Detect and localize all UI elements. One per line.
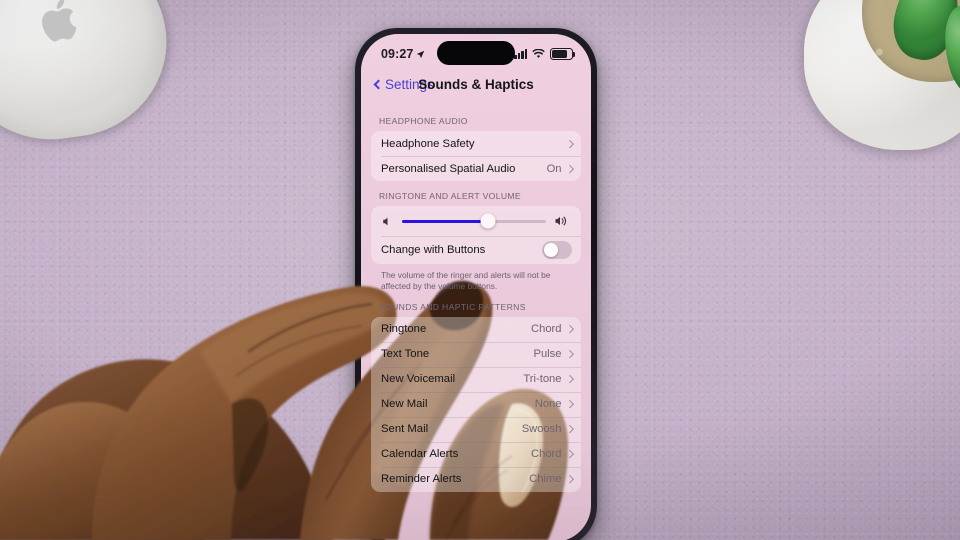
row-value: Chord <box>531 448 562 461</box>
speaker-low-icon <box>382 216 393 227</box>
row-label: Text Tone <box>381 348 430 361</box>
desk-scene: 09:27 Settings Sounds & Haptics HEADPHON… <box>0 0 960 540</box>
ringtone-volume-slider-row[interactable] <box>371 206 581 236</box>
settings-content: HEADPHONE AUDIO Headphone Safety Persona… <box>361 100 591 492</box>
status-time-group: 09:27 <box>381 47 425 61</box>
section-ringtone-volume: Change with Buttons <box>371 206 581 264</box>
ringtone-volume-footnote: The volume of the ringer and alerts will… <box>381 269 551 291</box>
chevron-right-icon <box>565 475 574 484</box>
row-change-with-buttons[interactable]: Change with Buttons <box>371 236 581 264</box>
nav-bar: Settings Sounds & Haptics <box>361 68 591 100</box>
chevron-right-icon <box>565 400 574 409</box>
status-indicators <box>514 48 576 60</box>
section-headphone-audio: Headphone Safety Personalised Spatial Au… <box>371 131 581 181</box>
iphone-device: 09:27 Settings Sounds & Haptics HEADPHON… <box>355 28 597 540</box>
cellular-bars-icon <box>514 49 527 59</box>
section-header-headphone-audio: HEADPHONE AUDIO <box>379 116 468 126</box>
status-time: 09:27 <box>381 47 414 61</box>
row-label: Calendar Alerts <box>381 448 459 461</box>
plant-pot <box>804 0 960 150</box>
chevron-left-icon <box>373 79 384 89</box>
row-value: Swoosh <box>521 423 562 436</box>
chevron-right-icon <box>565 375 574 384</box>
volume-fill <box>402 219 489 223</box>
row-ringtone[interactable]: Ringtone Chord <box>371 317 581 342</box>
row-value: Chord <box>531 323 562 336</box>
row-label: Ringtone <box>381 323 427 336</box>
row-headphone-safety[interactable]: Headphone Safety <box>371 131 581 156</box>
section-header-sounds-haptic-patterns: SOUNDS AND HAPTIC PATTERNS <box>379 301 526 312</box>
iphone-screen: 09:27 Settings Sounds & Haptics HEADPHON… <box>361 34 591 540</box>
row-value: None <box>534 398 562 411</box>
chevron-right-icon <box>565 164 574 173</box>
volume-track[interactable] <box>402 213 546 229</box>
speaker-high-icon <box>555 215 570 227</box>
section-sounds-haptic-patterns: Ringtone Chord Text Tone Pulse New Voice… <box>371 316 581 492</box>
row-label: New Voicemail <box>381 373 456 386</box>
row-label: Sent Mail <box>381 423 429 436</box>
battery-icon <box>550 48 576 60</box>
dynamic-island <box>437 41 515 65</box>
page-title: Sounds & Haptics <box>418 76 534 92</box>
row-text-tone[interactable]: Text Tone Pulse <box>371 341 581 367</box>
row-label: Personalised Spatial Audio <box>381 162 516 175</box>
row-label: New Mail <box>381 398 428 411</box>
row-calendar-alerts[interactable]: Calendar Alerts Chord <box>371 441 581 467</box>
row-new-mail[interactable]: New Mail None <box>371 391 581 417</box>
row-value: On <box>546 162 562 175</box>
toggle-knob <box>543 242 558 257</box>
chevron-right-icon <box>565 139 574 148</box>
apple-logo-icon <box>42 0 77 42</box>
row-value: Tri-tone <box>523 373 562 386</box>
row-value: Chime <box>529 473 562 486</box>
row-personalised-spatial-audio[interactable]: Personalised Spatial Audio On <box>371 156 581 181</box>
chevron-right-icon <box>565 425 574 434</box>
wifi-icon <box>532 49 545 58</box>
row-label: Headphone Safety <box>381 137 475 150</box>
row-label: Change with Buttons <box>381 243 486 256</box>
location-arrow-icon <box>417 50 425 58</box>
row-new-voicemail[interactable]: New Voicemail Tri-tone <box>371 366 581 392</box>
row-label: Reminder Alerts <box>381 473 462 486</box>
section-header-ringtone-volume: RINGTONE AND ALERT VOLUME <box>379 191 521 201</box>
change-with-buttons-toggle[interactable] <box>542 241 572 259</box>
chevron-right-icon <box>565 350 574 359</box>
magic-mouse <box>0 0 179 152</box>
chevron-right-icon <box>565 325 574 334</box>
row-sent-mail[interactable]: Sent Mail Swoosh <box>371 416 581 442</box>
row-reminder-alerts[interactable]: Reminder Alerts Chime <box>371 466 581 492</box>
chevron-right-icon <box>565 450 574 459</box>
volume-thumb[interactable] <box>480 213 496 229</box>
row-value: Pulse <box>533 348 562 361</box>
